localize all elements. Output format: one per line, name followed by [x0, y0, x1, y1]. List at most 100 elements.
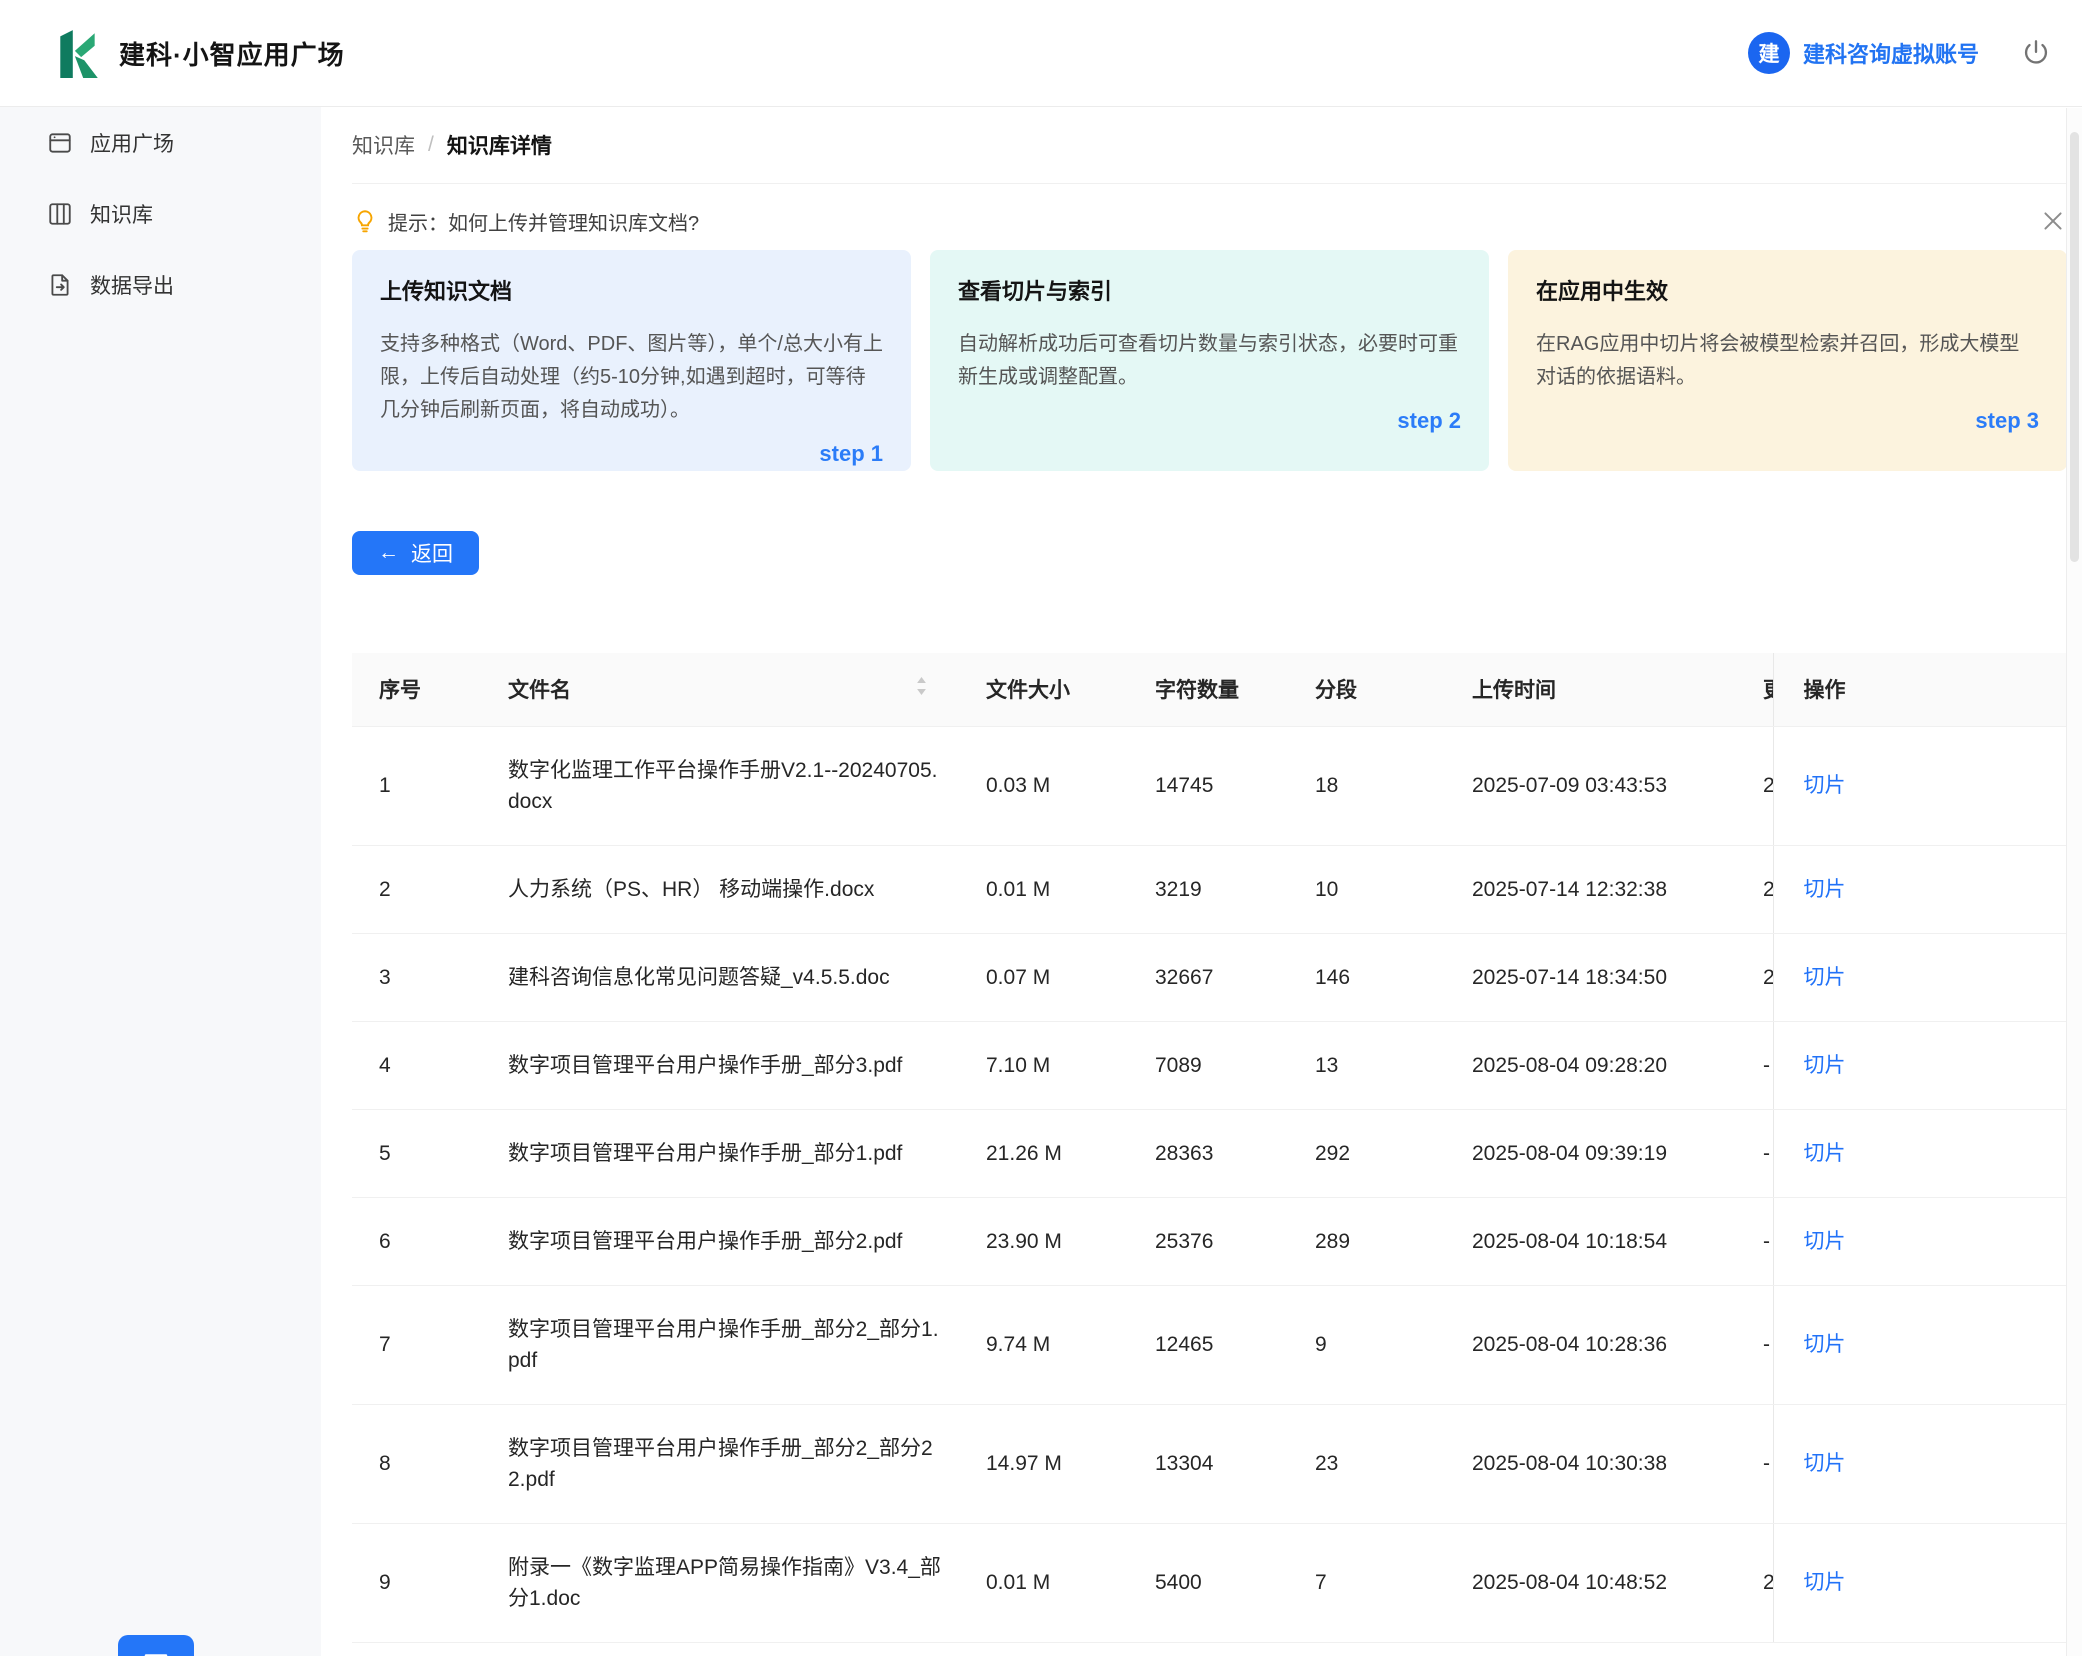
tip-text: 提示：如何上传并管理知识库文档? — [388, 207, 699, 236]
slice-link[interactable]: 切片 — [1804, 1452, 1846, 1475]
back-button[interactable]: ← 返回 — [352, 531, 479, 575]
avatar[interactable]: 建 — [1748, 32, 1790, 74]
table-row: 7数字项目管理平台用户操作手册_部分2_部分1.pdf9.74 M1246592… — [352, 1285, 2068, 1404]
breadcrumb-current: 知识库详情 — [447, 130, 552, 160]
sidebar-collapse-button[interactable] — [118, 1635, 194, 1656]
export-icon — [46, 271, 74, 299]
column-header-filename[interactable]: 文件名 — [487, 653, 965, 726]
cell-segments: 18 — [1294, 726, 1451, 845]
cell-index: 3 — [352, 933, 487, 1021]
step-card-title: 在应用中生效 — [1536, 274, 2039, 306]
step-card-3: 在应用中生效在RAG应用中切片将会被模型检索并召回，形成大模型对话的依据语料。 s… — [1508, 250, 2067, 471]
logout-icon[interactable] — [2021, 38, 2051, 68]
app-header: 建科·小智应用广场 建 建科咨询虚拟账号 — [0, 0, 2082, 107]
breadcrumb: 知识库 / 知识库详情 — [352, 107, 2067, 184]
main-content: 知识库 / 知识库详情 提示：如何上传并管理知识库文档? 上传知识文档支持多种格… — [321, 107, 2082, 1656]
cell-index: 1 — [352, 726, 487, 845]
cell-uploaded: 2025-08-04 10:48:52 — [1451, 1523, 1742, 1642]
cell-segments: 10 — [1294, 845, 1451, 933]
sidebar-item-label: 知识库 — [90, 199, 153, 229]
cell-size: 9.74 M — [965, 1285, 1134, 1404]
cell-action: 切片 — [1773, 1404, 2068, 1523]
cell-uploaded: 2025-08-04 09:39:19 — [1451, 1109, 1742, 1197]
step-card-2: 查看切片与索引自动解析成功后可查看切片数量与索引状态，必要时可重新生成或调整配置… — [930, 250, 1489, 471]
column-header-uploaded: 上传时间 — [1451, 653, 1742, 726]
cell-index: 2 — [352, 845, 487, 933]
sort-icon[interactable] — [914, 675, 929, 703]
cell-uploaded: 2025-07-09 03:43:53 — [1451, 726, 1742, 845]
cell-chars: 14745 — [1134, 726, 1294, 845]
column-header-action: 操作 — [1773, 653, 2068, 726]
table-row: 1数字化监理工作平台操作手册V2.1--20240705.docx0.03 M1… — [352, 726, 2068, 845]
app-title: 建科·小智应用广场 — [119, 35, 345, 72]
column-header-clipped: 更 — [1742, 653, 1773, 726]
sidebar-item-2[interactable]: 知识库 — [0, 178, 321, 249]
apps-icon — [46, 129, 74, 157]
sidebar-item-1[interactable]: 应用广场 — [0, 107, 321, 178]
cell-chars: 13304 — [1134, 1404, 1294, 1523]
cell-index: 4 — [352, 1021, 487, 1109]
step-card-title: 查看切片与索引 — [958, 274, 1461, 306]
cell-uploaded: 2025-08-04 10:30:38 — [1451, 1404, 1742, 1523]
cell-filename: 人力系统（PS、HR） 移动端操作.docx — [487, 845, 965, 933]
slice-link[interactable]: 切片 — [1804, 1333, 1846, 1356]
cell-action: 切片 — [1773, 1285, 2068, 1404]
sidebar-item-3[interactable]: 数据导出 — [0, 249, 321, 320]
cell-clipped: - — [1742, 1404, 1773, 1523]
table-row: 6数字项目管理平台用户操作手册_部分2.pdf23.90 M2537628920… — [352, 1197, 2068, 1285]
header-account-area: 建 建科咨询虚拟账号 — [1748, 32, 2051, 74]
cell-clipped: - — [1742, 1109, 1773, 1197]
doc-table-body: 1数字化监理工作平台操作手册V2.1--20240705.docx0.03 M1… — [352, 726, 2068, 1642]
cell-clipped: 2 — [1742, 726, 1773, 845]
slice-link[interactable]: 切片 — [1804, 878, 1846, 901]
slice-link[interactable]: 切片 — [1804, 1142, 1846, 1165]
sidebar-item-label: 数据导出 — [90, 270, 174, 300]
step-card-1: 上传知识文档支持多种格式（Word、PDF、图片等），单个/总大小有上限，上传后… — [352, 250, 911, 471]
cell-uploaded: 2025-08-04 09:28:20 — [1451, 1021, 1742, 1109]
cell-index: 5 — [352, 1109, 487, 1197]
step-card-label: step 3 — [1536, 408, 2039, 434]
table-row: 9附录一《数字监理APP简易操作指南》V3.4_部分1.doc0.01 M540… — [352, 1523, 2068, 1642]
breadcrumb-parent[interactable]: 知识库 — [352, 130, 415, 160]
breadcrumb-separator: / — [428, 133, 434, 157]
table-row: 4数字项目管理平台用户操作手册_部分3.pdf7.10 M7089132025-… — [352, 1021, 2068, 1109]
slice-link[interactable]: 切片 — [1804, 1230, 1846, 1253]
cell-index: 9 — [352, 1523, 487, 1642]
cell-size: 14.97 M — [965, 1404, 1134, 1523]
step-card-body: 支持多种格式（Word、PDF、图片等），单个/总大小有上限，上传后自动处理（约… — [380, 328, 883, 427]
column-header-index: 序号 — [352, 653, 487, 726]
step-card-label: step 2 — [958, 408, 1461, 434]
cell-size: 0.07 M — [965, 933, 1134, 1021]
cell-uploaded: 2025-07-14 18:34:50 — [1451, 933, 1742, 1021]
step-cards: 上传知识文档支持多种格式（Word、PDF、图片等），单个/总大小有上限，上传后… — [352, 250, 2067, 471]
cell-chars: 12465 — [1134, 1285, 1294, 1404]
table-row: 2人力系统（PS、HR） 移动端操作.docx0.01 M3219102025-… — [352, 845, 2068, 933]
cell-action: 切片 — [1773, 845, 2068, 933]
back-arrow-icon: ← — [378, 541, 399, 565]
vertical-scrollbar[interactable] — [2066, 108, 2082, 1656]
step-card-body: 在RAG应用中切片将会被模型检索并召回，形成大模型对话的依据语料。 — [1536, 328, 2039, 394]
scrollbar-thumb[interactable] — [2070, 132, 2079, 562]
sidebar: 应用广场知识库数据导出 — [0, 107, 321, 1656]
cell-size: 0.01 M — [965, 845, 1134, 933]
cell-clipped: - — [1742, 1197, 1773, 1285]
cell-chars: 3219 — [1134, 845, 1294, 933]
table-row: 3建科咨询信息化常见问题答疑_v4.5.5.doc0.07 M326671462… — [352, 933, 2068, 1021]
account-name[interactable]: 建科咨询虚拟账号 — [1803, 37, 1979, 69]
cell-uploaded: 2025-08-04 10:28:36 — [1451, 1285, 1742, 1404]
cell-uploaded: 2025-08-04 10:18:54 — [1451, 1197, 1742, 1285]
slice-link[interactable]: 切片 — [1804, 774, 1846, 797]
cell-size: 0.01 M — [965, 1523, 1134, 1642]
cell-filename: 数字项目管理平台用户操作手册_部分2_部分1.pdf — [487, 1285, 965, 1404]
cell-filename: 数字项目管理平台用户操作手册_部分1.pdf — [487, 1109, 965, 1197]
back-button-label: 返回 — [411, 538, 453, 568]
cell-clipped: 2 — [1742, 933, 1773, 1021]
column-header-chars: 字符数量 — [1134, 653, 1294, 726]
slice-link[interactable]: 切片 — [1804, 966, 1846, 989]
slice-link[interactable]: 切片 — [1804, 1571, 1846, 1594]
close-icon[interactable] — [2039, 207, 2067, 235]
cell-index: 8 — [352, 1404, 487, 1523]
cell-segments: 13 — [1294, 1021, 1451, 1109]
slice-link[interactable]: 切片 — [1804, 1054, 1846, 1077]
cell-filename: 数字项目管理平台用户操作手册_部分3.pdf — [487, 1021, 965, 1109]
